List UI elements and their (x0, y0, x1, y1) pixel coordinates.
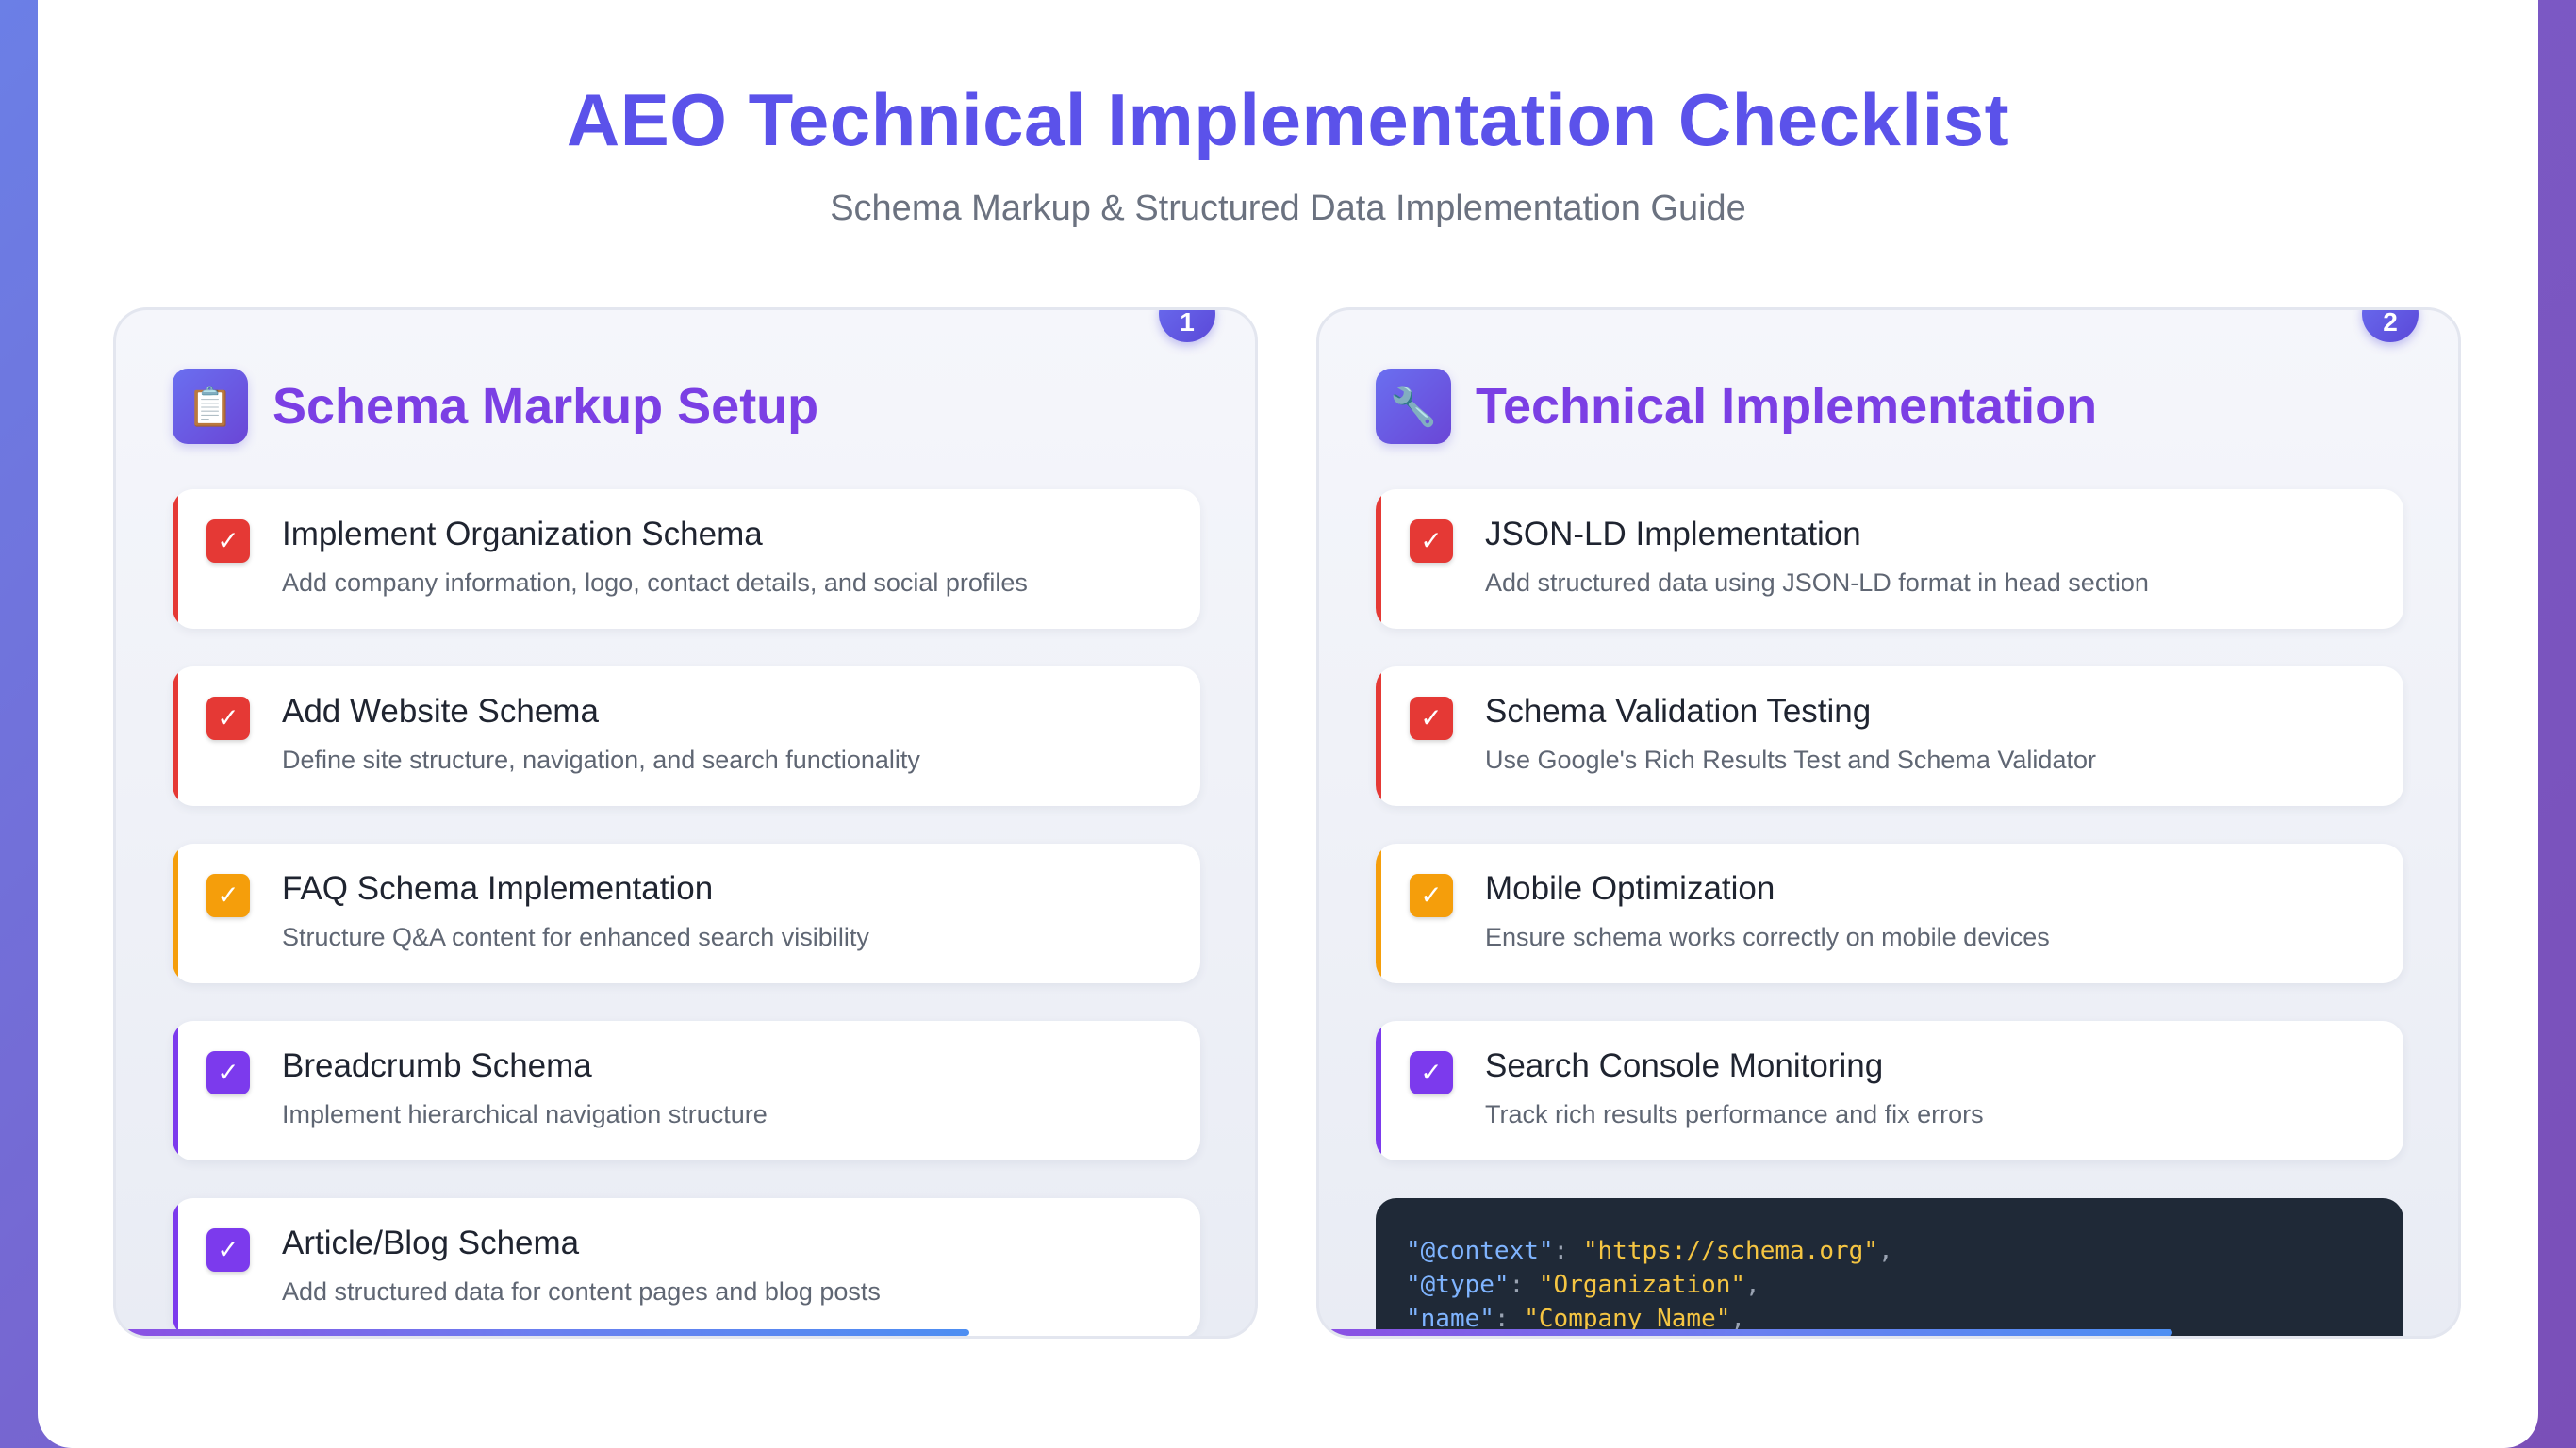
checkbox-checked-icon[interactable]: ✓ (206, 874, 250, 917)
priority-bar (173, 1021, 178, 1160)
item-title: Mobile Optimization (1485, 870, 1775, 907)
checklist-item[interactable]: ✓ FAQ Schema Implementation Structure Q&… (173, 844, 1200, 983)
code-value: "https://schema.org" (1582, 1237, 1878, 1265)
item-description: Use Google's Rich Results Test and Schem… (1485, 746, 2096, 774)
panel-progress-bar (1319, 1329, 2172, 1336)
panel-header: 🔧 Technical Implementation (1376, 369, 2097, 444)
checklist-item[interactable]: ✓ Search Console Monitoring Track rich r… (1376, 1021, 2403, 1160)
item-title: FAQ Schema Implementation (282, 870, 714, 907)
checklist-item[interactable]: ✓ Breadcrumb Schema Implement hierarchic… (173, 1021, 1200, 1160)
checklist-item[interactable]: ✓ Implement Organization Schema Add comp… (173, 489, 1200, 629)
priority-bar (1376, 1021, 1381, 1160)
item-title: JSON-LD Implementation (1485, 516, 1861, 552)
item-description: Structure Q&A content for enhanced searc… (282, 923, 869, 951)
panel-title: Schema Markup Setup (272, 378, 819, 435)
item-description: Add structured data using JSON-LD format… (1485, 568, 2149, 597)
priority-bar (173, 666, 178, 806)
priority-bar (1376, 489, 1381, 629)
clipboard-icon: 📋 (173, 369, 248, 444)
code-line: "@type": "Organization", (1406, 1271, 1760, 1299)
checkbox-checked-icon[interactable]: ✓ (206, 1051, 250, 1094)
priority-bar (1376, 666, 1381, 806)
slide-card: AEO Technical Implementation Checklist S… (38, 0, 2538, 1448)
panel-number-badge: 1 (1159, 310, 1215, 342)
item-title: Search Console Monitoring (1485, 1047, 1884, 1084)
code-value: "Organization" (1538, 1271, 1746, 1299)
panel-number-badge: 2 (2362, 310, 2419, 342)
checkbox-checked-icon[interactable]: ✓ (206, 1228, 250, 1272)
checklist-item[interactable]: ✓ Add Website Schema Define site structu… (173, 666, 1200, 806)
checklist-item[interactable]: ✓ JSON-LD Implementation Add structured … (1376, 489, 2403, 629)
item-description: Ensure schema works correctly on mobile … (1485, 923, 2050, 951)
item-title: Schema Validation Testing (1485, 693, 1872, 730)
panel-schema-markup-setup: 1 📋 Schema Markup Setup ✓ Implement Orga… (113, 307, 1258, 1339)
priority-bar (173, 489, 178, 629)
item-title: Implement Organization Schema (282, 516, 763, 552)
code-key: "@type" (1406, 1271, 1510, 1299)
panel-header: 📋 Schema Markup Setup (173, 369, 818, 444)
page-subtitle: Schema Markup & Structured Data Implemen… (830, 189, 1746, 228)
item-title: Add Website Schema (282, 693, 599, 730)
checkbox-checked-icon[interactable]: ✓ (206, 697, 250, 740)
checkbox-checked-icon[interactable]: ✓ (206, 519, 250, 563)
page-title: AEO Technical Implementation Checklist (566, 78, 2010, 161)
code-line: "@context": "https://schema.org", (1406, 1237, 1893, 1265)
panel-progress-bar (116, 1329, 969, 1336)
panel-technical-implementation: 2 🔧 Technical Implementation ✓ JSON-LD I… (1316, 307, 2461, 1339)
code-key: "@context" (1406, 1237, 1554, 1265)
priority-bar (173, 1198, 178, 1336)
checkbox-checked-icon[interactable]: ✓ (1410, 1051, 1453, 1094)
item-title: Breadcrumb Schema (282, 1047, 592, 1084)
item-description: Implement hierarchical navigation struct… (282, 1100, 768, 1128)
checkbox-checked-icon[interactable]: ✓ (1410, 874, 1453, 917)
priority-bar (1376, 844, 1381, 983)
checkbox-checked-icon[interactable]: ✓ (1410, 519, 1453, 563)
checklist-item[interactable]: ✓ Article/Blog Schema Add structured dat… (173, 1198, 1200, 1336)
wrench-icon: 🔧 (1376, 369, 1451, 444)
item-description: Define site structure, navigation, and s… (282, 746, 920, 774)
item-description: Add company information, logo, contact d… (282, 568, 1028, 597)
item-description: Add structured data for content pages an… (282, 1277, 881, 1306)
checklist-item[interactable]: ✓ Mobile Optimization Ensure schema work… (1376, 844, 2403, 983)
item-description: Track rich results performance and fix e… (1485, 1100, 1984, 1128)
panel-title: Technical Implementation (1476, 378, 2098, 435)
priority-bar (173, 844, 178, 983)
checkbox-checked-icon[interactable]: ✓ (1410, 697, 1453, 740)
item-title: Article/Blog Schema (282, 1225, 580, 1261)
checklist: ✓ JSON-LD Implementation Add structured … (1376, 489, 2403, 1336)
checklist-item[interactable]: ✓ Schema Validation Testing Use Google's… (1376, 666, 2403, 806)
json-ld-code-block: "@context": "https://schema.org", "@type… (1376, 1198, 2403, 1336)
checklist: ✓ Implement Organization Schema Add comp… (173, 489, 1200, 1336)
